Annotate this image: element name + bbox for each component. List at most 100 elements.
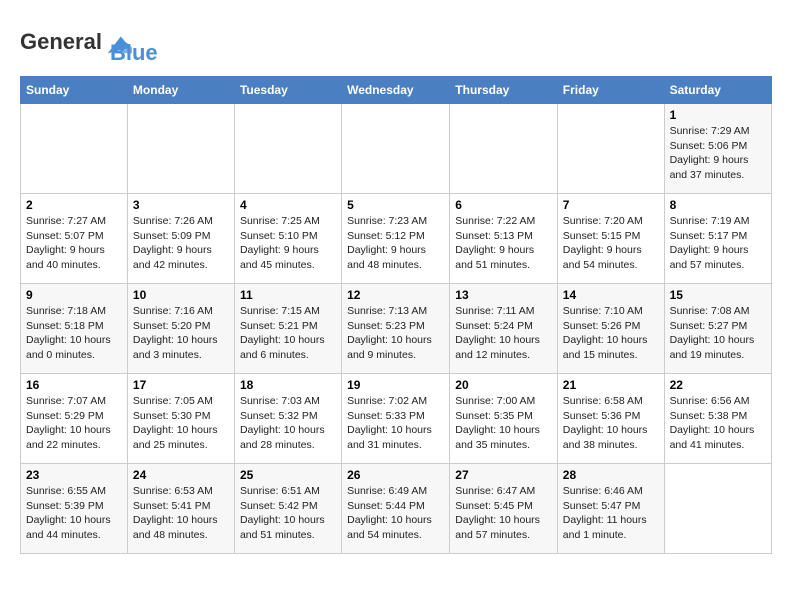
day-info: Sunrise: 6:47 AM Sunset: 5:45 PM Dayligh… [455, 484, 552, 543]
calendar-cell: 25Sunrise: 6:51 AM Sunset: 5:42 PM Dayli… [234, 464, 341, 554]
day-info: Sunrise: 7:15 AM Sunset: 5:21 PM Dayligh… [240, 304, 336, 363]
calendar-cell [450, 104, 558, 194]
day-info: Sunrise: 6:53 AM Sunset: 5:41 PM Dayligh… [133, 484, 229, 543]
day-number: 22 [670, 378, 766, 392]
day-header-saturday: Saturday [664, 77, 771, 104]
day-number: 17 [133, 378, 229, 392]
calendar-cell: 18 Sunrise: 7:03 AM Sunset: 5:32 PM Dayli… [234, 374, 341, 464]
day-number: 19 [347, 378, 444, 392]
day-number: 15 [670, 288, 766, 302]
day-info: Sunrise: 7:25 AM Sunset: 5:10 PM Dayligh… [240, 214, 336, 273]
calendar-cell: 26 Sunrise: 6:49 AM Sunset: 5:44 PM Dayli… [342, 464, 450, 554]
day-info: Sunrise: 7:07 AM Sunset: 5:29 PM Dayligh… [26, 394, 122, 453]
day-number: 12 [347, 288, 444, 302]
logo: General Blue [20, 20, 158, 66]
calendar-cell: 14 Sunrise: 7:10 AM Sunset: 5:26 PM Dayli… [557, 284, 664, 374]
day-number: 14 [563, 288, 659, 302]
day-info: Sunrise: 7:02 AM Sunset: 5:33 PM Dayligh… [347, 394, 444, 453]
calendar-cell: 13 Sunrise: 7:11 AM Sunset: 5:24 PM Dayli… [450, 284, 558, 374]
day-number: 21 [563, 378, 659, 392]
calendar-cell: 23 Sunrise: 6:55 AM Sunset: 5:39 PM Dayli… [21, 464, 128, 554]
calendar-cell: 5Sunrise: 7:23 AM Sunset: 5:12 PM Daylig… [342, 194, 450, 284]
calendar-cell: 22 Sunrise: 6:56 AM Sunset: 5:38 PM Dayli… [664, 374, 771, 464]
day-header-friday: Friday [557, 77, 664, 104]
day-header-thursday: Thursday [450, 77, 558, 104]
calendar-cell [342, 104, 450, 194]
calendar-cell: 7Sunrise: 7:20 AM Sunset: 5:15 PM Daylig… [557, 194, 664, 284]
day-info: Sunrise: 7:00 AM Sunset: 5:35 PM Dayligh… [455, 394, 552, 453]
day-number: 11 [240, 288, 336, 302]
day-number: 28 [563, 468, 659, 482]
calendar-cell: 11 Sunrise: 7:15 AM Sunset: 5:21 PM Dayli… [234, 284, 341, 374]
day-number: 13 [455, 288, 552, 302]
day-info: Sunrise: 6:55 AM Sunset: 5:39 PM Dayligh… [26, 484, 122, 543]
calendar-body: 1 Sunrise: 7:29 AM Sunset: 5:06 PM Daylig… [21, 104, 772, 554]
calendar-week-5: 23 Sunrise: 6:55 AM Sunset: 5:39 PM Dayli… [21, 464, 772, 554]
day-info: Sunrise: 6:56 AM Sunset: 5:38 PM Dayligh… [670, 394, 766, 453]
calendar-cell [127, 104, 234, 194]
calendar-cell: 2 Sunrise: 7:27 AM Sunset: 5:07 PM Daylig… [21, 194, 128, 284]
calendar-cell [557, 104, 664, 194]
calendar-week-3: 9 Sunrise: 7:18 AM Sunset: 5:18 PM Daylig… [21, 284, 772, 374]
logo-blue: Blue [110, 40, 158, 66]
day-info: Sunrise: 7:26 AM Sunset: 5:09 PM Dayligh… [133, 214, 229, 273]
day-number: 16 [26, 378, 122, 392]
calendar-week-1: 1 Sunrise: 7:29 AM Sunset: 5:06 PM Daylig… [21, 104, 772, 194]
calendar-cell: 1 Sunrise: 7:29 AM Sunset: 5:06 PM Daylig… [664, 104, 771, 194]
day-info: Sunrise: 6:49 AM Sunset: 5:44 PM Dayligh… [347, 484, 444, 543]
calendar-cell [21, 104, 128, 194]
day-header-sunday: Sunday [21, 77, 128, 104]
day-info: Sunrise: 7:08 AM Sunset: 5:27 PM Dayligh… [670, 304, 766, 363]
day-number: 24 [133, 468, 229, 482]
calendar-week-2: 2 Sunrise: 7:27 AM Sunset: 5:07 PM Daylig… [21, 194, 772, 284]
day-info: Sunrise: 7:05 AM Sunset: 5:30 PM Dayligh… [133, 394, 229, 453]
day-info: Sunrise: 7:10 AM Sunset: 5:26 PM Dayligh… [563, 304, 659, 363]
day-number: 7 [563, 198, 659, 212]
day-info: Sunrise: 7:27 AM Sunset: 5:07 PM Dayligh… [26, 214, 122, 273]
calendar-cell: 15 Sunrise: 7:08 AM Sunset: 5:27 PM Dayli… [664, 284, 771, 374]
day-number: 6 [455, 198, 552, 212]
day-info: Sunrise: 6:58 AM Sunset: 5:36 PM Dayligh… [563, 394, 659, 453]
day-header-wednesday: Wednesday [342, 77, 450, 104]
page-header: General Blue [20, 20, 772, 66]
calendar-cell: 24 Sunrise: 6:53 AM Sunset: 5:41 PM Dayli… [127, 464, 234, 554]
calendar-week-4: 16 Sunrise: 7:07 AM Sunset: 5:29 PM Dayli… [21, 374, 772, 464]
day-number: 26 [347, 468, 444, 482]
day-number: 4 [240, 198, 336, 212]
calendar-cell: 6 Sunrise: 7:22 AM Sunset: 5:13 PM Daylig… [450, 194, 558, 284]
calendar-cell: 12 Sunrise: 7:13 AM Sunset: 5:23 PM Dayli… [342, 284, 450, 374]
day-info: Sunrise: 7:18 AM Sunset: 5:18 PM Dayligh… [26, 304, 122, 363]
day-number: 9 [26, 288, 122, 302]
day-info: Sunrise: 7:22 AM Sunset: 5:13 PM Dayligh… [455, 214, 552, 273]
day-number: 1 [670, 108, 766, 122]
day-info: Sunrise: 7:16 AM Sunset: 5:20 PM Dayligh… [133, 304, 229, 363]
day-header-monday: Monday [127, 77, 234, 104]
day-number: 18 [240, 378, 336, 392]
day-info: Sunrise: 7:03 AM Sunset: 5:32 PM Dayligh… [240, 394, 336, 453]
calendar-cell: 8Sunrise: 7:19 AM Sunset: 5:17 PM Daylig… [664, 194, 771, 284]
calendar-cell: 27 Sunrise: 6:47 AM Sunset: 5:45 PM Dayli… [450, 464, 558, 554]
day-info: Sunrise: 6:51 AM Sunset: 5:42 PM Dayligh… [240, 484, 336, 543]
day-number: 3 [133, 198, 229, 212]
logo-general: General [20, 29, 102, 54]
day-number: 10 [133, 288, 229, 302]
calendar-cell: 3 Sunrise: 7:26 AM Sunset: 5:09 PM Daylig… [127, 194, 234, 284]
day-header-tuesday: Tuesday [234, 77, 341, 104]
calendar-cell: 20 Sunrise: 7:00 AM Sunset: 5:35 PM Dayli… [450, 374, 558, 464]
calendar-cell [664, 464, 771, 554]
day-number: 27 [455, 468, 552, 482]
calendar-cell: 28 Sunrise: 6:46 AM Sunset: 5:47 PM Dayli… [557, 464, 664, 554]
day-info: Sunrise: 7:13 AM Sunset: 5:23 PM Dayligh… [347, 304, 444, 363]
day-info: Sunrise: 7:29 AM Sunset: 5:06 PM Dayligh… [670, 124, 766, 183]
day-number: 2 [26, 198, 122, 212]
calendar-header-row: SundayMondayTuesdayWednesdayThursdayFrid… [21, 77, 772, 104]
calendar-cell: 17 Sunrise: 7:05 AM Sunset: 5:30 PM Dayli… [127, 374, 234, 464]
calendar-cell: 16 Sunrise: 7:07 AM Sunset: 5:29 PM Dayli… [21, 374, 128, 464]
calendar-cell [234, 104, 341, 194]
day-info: Sunrise: 6:46 AM Sunset: 5:47 PM Dayligh… [563, 484, 659, 543]
day-info: Sunrise: 7:11 AM Sunset: 5:24 PM Dayligh… [455, 304, 552, 363]
day-number: 23 [26, 468, 122, 482]
day-number: 20 [455, 378, 552, 392]
day-number: 8 [670, 198, 766, 212]
calendar-cell: 21 Sunrise: 6:58 AM Sunset: 5:36 PM Dayli… [557, 374, 664, 464]
